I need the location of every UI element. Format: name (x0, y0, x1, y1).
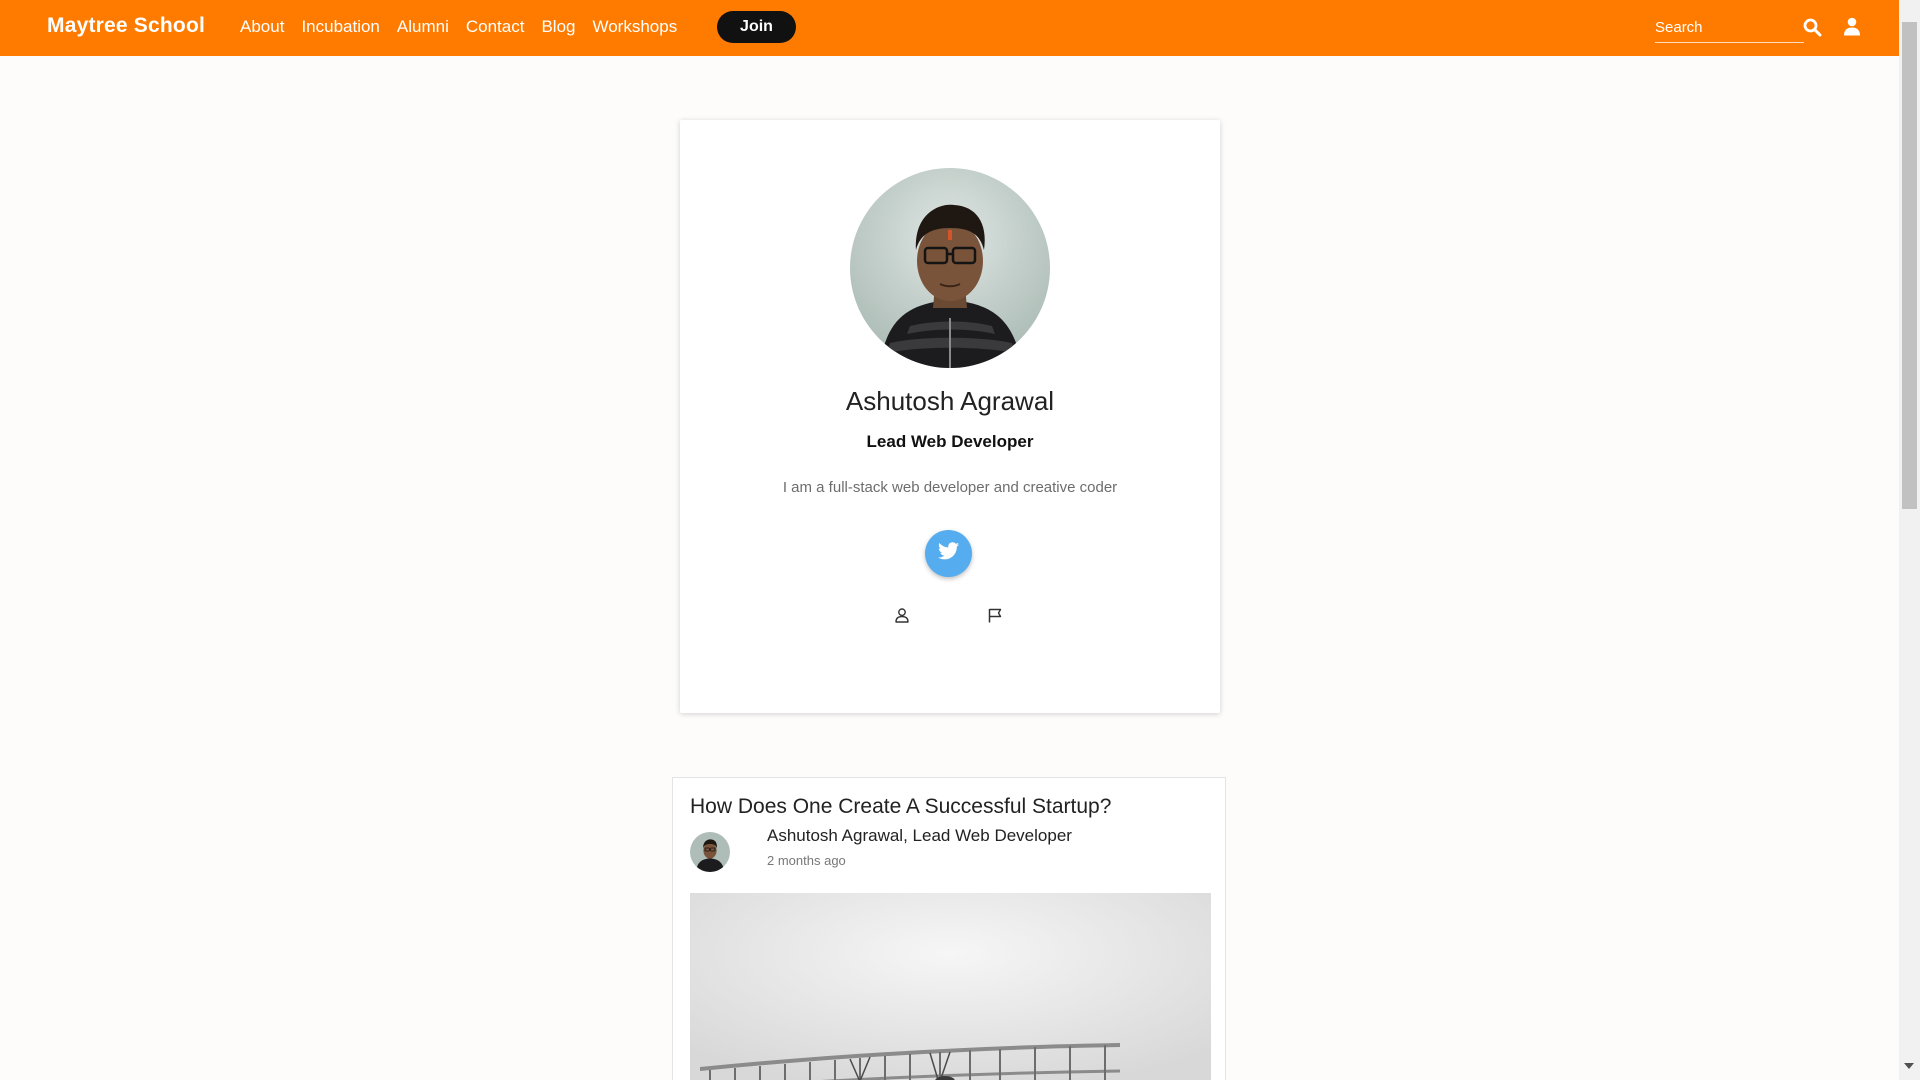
profile-card: Ashutosh Agrawal Lead Web Developer I am… (680, 120, 1220, 713)
person-outline-icon[interactable] (895, 608, 909, 623)
blog-post-card[interactable]: How Does One Create A Successful Startup… (672, 777, 1226, 1080)
nav-link-incubation[interactable]: Incubation (301, 17, 379, 37)
nav-link-about[interactable]: About (240, 17, 284, 37)
join-button[interactable]: Join (717, 11, 796, 43)
profile-bio: I am a full-stack web developer and crea… (782, 479, 1118, 496)
search-box (1655, 12, 1804, 43)
nav-link-alumni[interactable]: Alumni (397, 17, 449, 37)
post-timestamp: 2 months ago (767, 853, 846, 868)
search-input[interactable] (1655, 12, 1804, 42)
post-title[interactable]: How Does One Create A Successful Startup… (690, 795, 1111, 819)
page-scrollbar[interactable] (1899, 0, 1920, 1080)
twitter-button[interactable] (925, 530, 972, 577)
nav-links: About Incubation Alumni Contact Blog Wor… (240, 17, 677, 37)
user-icon[interactable] (1843, 17, 1861, 36)
nav-link-contact[interactable]: Contact (466, 17, 525, 37)
scroll-down-arrow-icon[interactable] (1904, 1063, 1914, 1069)
profile-avatar (850, 168, 1050, 368)
profile-name: Ashutosh Agrawal (845, 386, 1055, 416)
nav-link-blog[interactable]: Blog (541, 17, 575, 37)
profile-role: Lead Web Developer (866, 432, 1034, 451)
post-cover-image[interactable] (690, 893, 1211, 1080)
post-author: Ashutosh Agrawal, Lead Web Developer (767, 826, 1072, 845)
flag-icon[interactable] (988, 608, 1002, 623)
twitter-icon (938, 542, 959, 565)
top-navbar: Maytree School About Incubation Alumni C… (0, 0, 1899, 56)
brand-logo[interactable]: Maytree School (47, 14, 205, 38)
post-author-avatar (690, 832, 730, 872)
search-icon[interactable] (1803, 18, 1822, 37)
scrollbar-thumb[interactable] (1902, 22, 1917, 509)
nav-link-workshops[interactable]: Workshops (592, 17, 677, 37)
